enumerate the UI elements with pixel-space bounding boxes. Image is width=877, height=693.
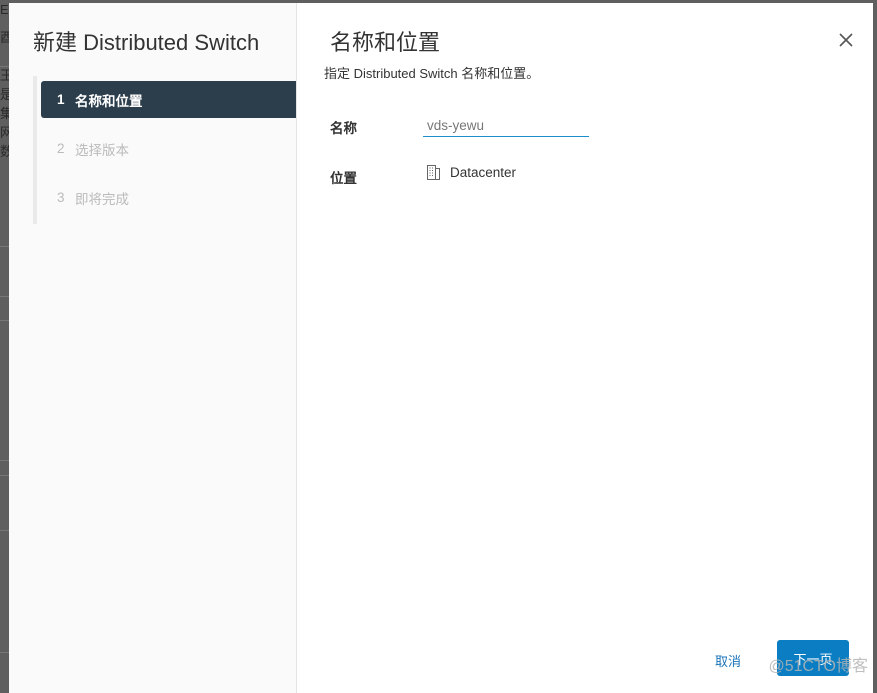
step-ready-to-complete: 3 即将完成 [41,179,296,216]
close-button[interactable] [837,31,855,49]
location-label: 位置 [330,171,357,186]
datacenter-icon [427,165,440,180]
page-subtitle: 指定 Distributed Switch 名称和位置。 [324,66,540,81]
step-number: 3 [57,190,65,205]
name-label: 名称 [330,121,357,136]
next-button[interactable]: 下一页 [777,640,849,676]
wizard-title: 新建 Distributed Switch [33,30,260,55]
wizard-steps: 1 名称和位置 2 选择版本 3 即将完成 [33,76,300,224]
name-input[interactable] [423,114,589,137]
background-text: E6 酉 王 是 集 网 数 [0,2,9,159]
location-text: Datacenter [450,165,517,180]
location-value: Datacenter [427,165,516,180]
step-label: 选择版本 [75,142,129,158]
wizard-content: 名称和位置 指定 Distributed Switch 名称和位置。 名称 位置… [297,3,873,693]
step-number: 2 [57,141,65,156]
step-number: 1 [57,92,65,107]
step-select-version: 2 选择版本 [41,130,296,167]
close-icon [839,33,853,47]
page-title: 名称和位置 [330,30,441,55]
step-label: 即将完成 [75,191,129,207]
wizard-sidebar: 新建 Distributed Switch 1 名称和位置 2 选择版本 3 即… [9,3,297,693]
step-name-and-location[interactable]: 1 名称和位置 [41,81,296,118]
step-label: 名称和位置 [75,93,143,109]
cancel-button[interactable]: 取消 [715,651,741,670]
new-distributed-switch-dialog: 新建 Distributed Switch 1 名称和位置 2 选择版本 3 即… [9,3,873,693]
